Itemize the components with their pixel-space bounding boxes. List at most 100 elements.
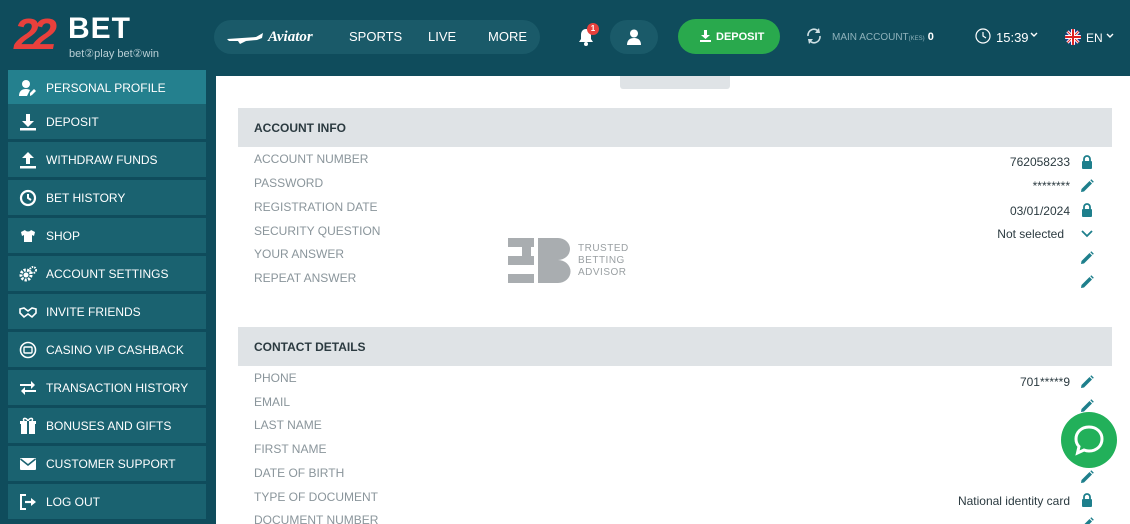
main-account-balance[interactable]: MAIN ACCOUNT(KES) 0 xyxy=(832,31,934,43)
download-icon xyxy=(700,30,711,42)
logo-tagline: bet②play bet②win xyxy=(69,48,160,60)
sidebar-item-shop[interactable]: SHOP xyxy=(8,218,206,253)
refresh-icon[interactable] xyxy=(805,27,823,45)
sidebar-item-bet-history[interactable]: BET HISTORY xyxy=(8,180,206,215)
password-value: ******** xyxy=(1032,179,1070,193)
pencil-icon[interactable] xyxy=(1080,375,1094,389)
pencil-icon[interactable] xyxy=(1080,470,1094,484)
user-edit-icon xyxy=(19,80,36,96)
gift-icon xyxy=(20,417,36,434)
email-label: EMAIL xyxy=(254,395,291,409)
handshake-icon xyxy=(19,307,37,319)
user-menu-button[interactable] xyxy=(610,20,658,54)
pencil-icon[interactable] xyxy=(1080,275,1094,289)
nav-more[interactable]: MORE xyxy=(488,30,527,44)
registration-date-value: 03/01/2024 xyxy=(1009,204,1070,218)
header-deposit-label: DEPOSIT xyxy=(716,31,765,43)
pencil-icon[interactable] xyxy=(1080,251,1094,265)
sidebar-item-account-settings[interactable]: ACCOUNT SETTINGS xyxy=(8,256,206,291)
sidebar-item-withdraw-funds[interactable]: WITHDRAW FUNDS xyxy=(8,142,206,177)
header-deposit-button[interactable]: DEPOSIT xyxy=(678,19,780,54)
document-number-label: DOCUMENT NUMBER xyxy=(254,513,379,524)
logo[interactable]: 22 BET bet②play bet②win xyxy=(14,12,174,62)
repeat-answer-label: REPEAT ANSWER xyxy=(254,271,357,285)
chevron-down-icon[interactable] xyxy=(1106,33,1114,39)
sidebar-item-casino-vip-cashback[interactable]: CASINO VIP CASHBACK xyxy=(8,332,206,367)
top-nav: Aviator SPORTS LIVE MORE xyxy=(214,20,540,54)
section-title: ACCOUNT INFO xyxy=(254,121,346,135)
sidebar-item-bonuses-and-gifts[interactable]: BONUSES AND GIFTS xyxy=(8,408,206,443)
sidebar-item-label: LOG OUT xyxy=(46,495,101,509)
sidebar-item-label: ACCOUNT SETTINGS xyxy=(46,267,169,281)
logo-number: 22 xyxy=(14,10,57,59)
sidebar-item-personal-profile[interactable]: PERSONAL PROFILE xyxy=(8,70,206,105)
gear-icon xyxy=(19,266,37,282)
first-name-label: FIRST NAME xyxy=(254,442,327,456)
pencil-icon[interactable] xyxy=(1080,517,1094,524)
main-account-label: MAIN ACCOUNT xyxy=(832,32,909,43)
account-number-label: ACCOUNT NUMBER xyxy=(254,152,369,166)
sidebar-item-transaction-history[interactable]: TRANSACTION HISTORY xyxy=(8,370,206,405)
sidebar-item-label: TRANSACTION HISTORY xyxy=(46,381,189,395)
nav-aviator-label: Aviator xyxy=(268,29,313,45)
cashback-icon xyxy=(19,341,37,359)
sidebar-item-deposit[interactable]: DEPOSIT xyxy=(8,104,206,139)
tba-text: TRUSTED BETTING ADVISOR xyxy=(578,243,629,278)
sidebar-item-label: BONUSES AND GIFTS xyxy=(46,419,172,433)
chevron-down-icon[interactable] xyxy=(1030,32,1038,38)
pencil-icon[interactable] xyxy=(1080,179,1094,193)
clock-icon xyxy=(19,189,37,207)
registration-date-label: REGISTRATION DATE xyxy=(254,200,378,214)
lock-icon xyxy=(1082,155,1092,169)
scroll-handle[interactable] xyxy=(620,76,730,89)
mail-icon xyxy=(20,458,36,470)
lock-icon xyxy=(1082,493,1092,507)
sidebar-item-customer-support[interactable]: CUSTOMER SUPPORT xyxy=(8,446,206,481)
currency-label: (KES) xyxy=(908,36,925,42)
shirt-icon xyxy=(21,230,35,242)
sidebar-item-label: CUSTOMER SUPPORT xyxy=(46,457,176,471)
notifications-badge: 1 xyxy=(587,23,599,35)
uk-flag-icon[interactable] xyxy=(1065,29,1081,45)
date-of-birth-label: DATE OF BIRTH xyxy=(254,466,345,480)
sidebar-item-label: INVITE FRIENDS xyxy=(46,305,141,319)
document-type-label: TYPE OF DOCUMENT xyxy=(254,490,379,504)
current-time[interactable]: 15:39 xyxy=(996,30,1029,45)
nav-live[interactable]: LIVE xyxy=(428,30,456,44)
sidebar: PERSONAL PROFILE DEPOSIT WITHDRAW FUNDS … xyxy=(0,70,216,524)
account-info-header: ACCOUNT INFO xyxy=(238,108,1112,147)
nav-sports[interactable]: SPORTS xyxy=(349,30,402,44)
plane-icon xyxy=(227,33,263,44)
profile-content: ACCOUNT INFO ACCOUNT NUMBER 762058233 PA… xyxy=(216,76,1130,524)
phone-value: 701*****9 xyxy=(1019,375,1070,389)
chat-bubble-icon xyxy=(1074,425,1104,456)
chevron-down-icon[interactable] xyxy=(1080,227,1094,241)
live-chat-button[interactable] xyxy=(1061,412,1117,468)
sidebar-item-label: BET HISTORY xyxy=(46,191,126,205)
logout-icon xyxy=(20,494,36,510)
section-title: CONTACT DETAILS xyxy=(254,340,366,354)
tba-logo-icon xyxy=(508,238,571,283)
last-name-label: LAST NAME xyxy=(254,418,322,432)
trusted-betting-advisor-watermark: TRUSTED BETTING ADVISOR xyxy=(508,236,628,286)
sidebar-item-label: SHOP xyxy=(46,229,81,243)
language-selector[interactable]: EN xyxy=(1086,31,1103,45)
user-icon xyxy=(627,29,641,45)
phone-label: PHONE xyxy=(254,371,297,385)
sidebar-item-label: DEPOSIT xyxy=(46,115,99,129)
account-number-value: 762058233 xyxy=(1009,155,1070,169)
contact-details-header: CONTACT DETAILS xyxy=(238,327,1112,366)
sidebar-item-label: CASINO VIP CASHBACK xyxy=(46,343,184,357)
sidebar-item-log-out[interactable]: LOG OUT xyxy=(8,484,206,519)
your-answer-label: YOUR ANSWER xyxy=(254,247,345,261)
transfer-icon xyxy=(20,381,36,395)
sidebar-item-label: PERSONAL PROFILE xyxy=(46,81,166,95)
lock-icon xyxy=(1082,203,1092,217)
notifications-button[interactable]: 1 xyxy=(578,23,599,48)
logo-text: BET xyxy=(68,12,131,45)
top-header: 22 BET bet②play bet②win Aviator SPORTS L… xyxy=(0,0,1130,76)
security-question-select[interactable]: Not selected xyxy=(997,227,1064,241)
sidebar-item-invite-friends[interactable]: INVITE FRIENDS xyxy=(8,294,206,329)
nav-aviator[interactable]: Aviator xyxy=(226,28,318,46)
pencil-icon[interactable] xyxy=(1080,399,1094,413)
